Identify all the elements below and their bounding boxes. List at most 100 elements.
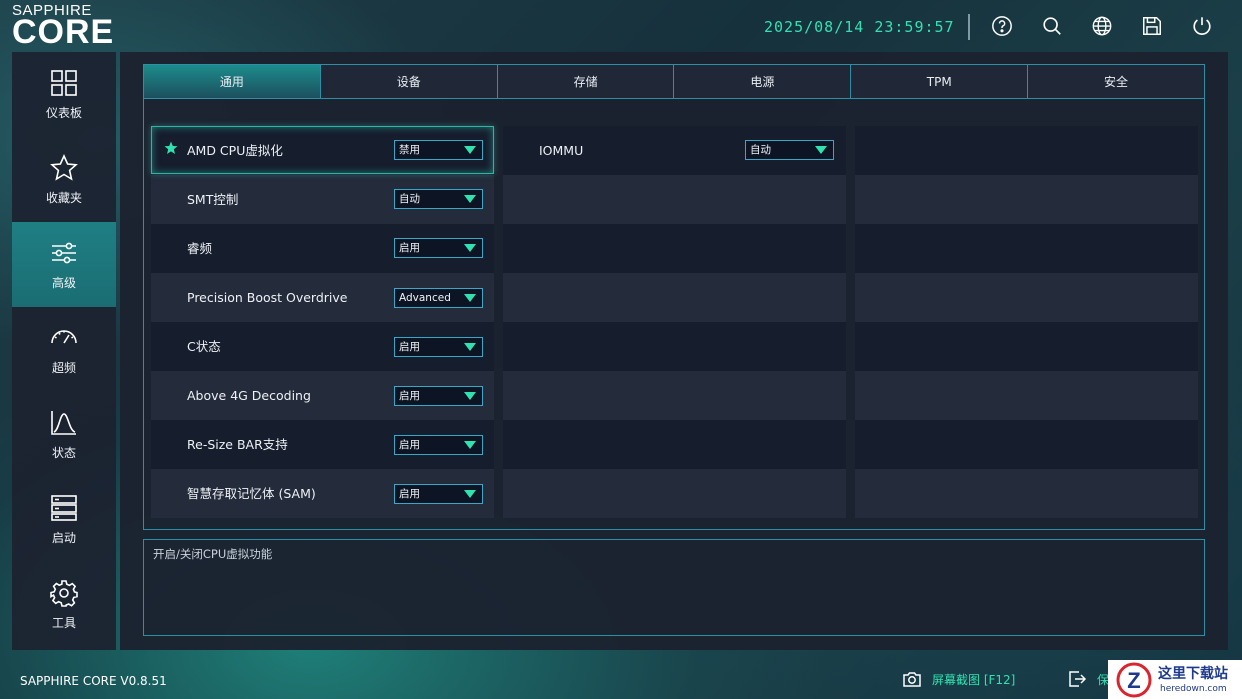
- globe-icon[interactable]: [1091, 15, 1113, 37]
- sidebar-item-label: 仪表板: [45, 106, 82, 120]
- help-icon[interactable]: [991, 15, 1013, 37]
- chevron-down-icon: [464, 392, 476, 400]
- dropdown-resize-bar[interactable]: 启用: [394, 435, 483, 455]
- dropdown-value: Advanced: [399, 292, 451, 304]
- sidebar-item-label: 工具: [51, 616, 76, 630]
- chevron-down-icon: [464, 146, 476, 154]
- datetime-display: 2025/08/14 23:59:57: [764, 18, 955, 36]
- sidebar-item-favorites[interactable]: 收藏夹: [12, 137, 116, 222]
- setting-row-bg: [503, 371, 846, 420]
- sidebar-item-boot[interactable]: 启动: [12, 477, 116, 562]
- setting-label-sam: 智慧存取记忆体 (SAM): [187, 486, 316, 501]
- logo-main-text: CORE: [12, 13, 115, 51]
- chevron-down-icon: [464, 195, 476, 203]
- exit-icon: [1069, 671, 1087, 687]
- setting-row-bg: [855, 175, 1198, 224]
- watermark-title: 这里下载站: [1158, 666, 1228, 682]
- dropdown-iommu[interactable]: 自动: [745, 140, 834, 160]
- setting-row-bg: [855, 322, 1198, 371]
- version-label: SAPPHIRE CORE V0.8.51: [20, 674, 167, 688]
- gauge-icon: [51, 330, 77, 344]
- dropdown-amd-cpu-virtualization[interactable]: 禁用: [394, 140, 483, 160]
- chevron-down-icon: [464, 343, 476, 351]
- dropdown-value: 启用: [399, 390, 420, 402]
- description-text: 开启/关闭CPU虚拟功能: [153, 547, 273, 561]
- dropdown-precision-boost[interactable]: Advanced: [394, 288, 483, 308]
- sidebar-item-overclock[interactable]: 超频: [12, 307, 116, 392]
- save-icon[interactable]: [1141, 15, 1163, 37]
- setting-label-smt-control: SMT控制: [187, 192, 239, 207]
- sidebar-item-dashboard[interactable]: 仪表板: [12, 52, 116, 137]
- sidebar-item-advanced[interactable]: 高级: [12, 222, 116, 307]
- sidebar-item-label: 状态: [51, 446, 76, 460]
- setting-row-bg: [503, 469, 846, 518]
- sidebar-item-tools[interactable]: 工具: [12, 562, 116, 647]
- setting-row-bg: [503, 273, 846, 322]
- star-icon: [50, 154, 78, 181]
- sidebar-item-label: 收藏夹: [45, 191, 82, 205]
- setting-row-bg: [855, 420, 1198, 469]
- chevron-down-icon: [464, 441, 476, 449]
- setting-label-turbo: 睿频: [187, 241, 213, 256]
- dropdown-value: 禁用: [399, 144, 420, 156]
- screenshot-button[interactable]: 屏幕截图 [F12]: [902, 668, 1015, 690]
- tab-power[interactable]: 电源: [674, 65, 852, 98]
- brand-logo: SAPPHIRE CORE: [12, 2, 152, 51]
- dropdown-value: 自动: [399, 193, 420, 205]
- tab-devices[interactable]: 设备: [321, 65, 498, 98]
- search-icon[interactable]: [1041, 15, 1063, 37]
- tab-bar: 通用 设备 存储 电源 TPM 安全: [143, 64, 1205, 99]
- setting-row-bg: [855, 224, 1198, 273]
- setting-label-resize-bar: Re-Size BAR支持: [187, 437, 288, 452]
- setting-row-bg: [503, 224, 846, 273]
- setting-row-bg: [855, 469, 1198, 518]
- chevron-down-icon: [464, 490, 476, 498]
- chevron-down-icon: [815, 146, 827, 154]
- save-exit-button[interactable]: 保: [1067, 668, 1109, 690]
- setting-row-bg: [855, 126, 1198, 175]
- dropdown-turbo[interactable]: 启用: [394, 238, 483, 258]
- dropdown-value: 启用: [399, 242, 420, 254]
- chart-icon: [51, 411, 76, 435]
- sidebar-item-label: 高级: [51, 276, 76, 290]
- sliders-icon: [52, 242, 76, 264]
- chevron-down-icon: [464, 244, 476, 252]
- setting-row-bg: [855, 371, 1198, 420]
- description-box: 开启/关闭CPU虚拟功能: [143, 539, 1205, 636]
- setting-label-amd-cpu-virtualization: AMD CPU虚拟化: [187, 143, 283, 158]
- setting-row-bg: [503, 420, 846, 469]
- svg-text:Z: Z: [1127, 668, 1140, 693]
- setting-row-bg: [503, 175, 846, 224]
- tab-general[interactable]: 通用: [144, 65, 321, 98]
- setting-label-above-4g: Above 4G Decoding: [187, 388, 311, 403]
- sidebar-item-label: 启动: [51, 531, 76, 545]
- chevron-down-icon: [464, 294, 476, 302]
- dropdown-value: 启用: [399, 488, 420, 500]
- setting-row-bg: [503, 322, 846, 371]
- dropdown-above-4g[interactable]: 启用: [394, 386, 483, 406]
- tab-storage[interactable]: 存储: [498, 65, 675, 98]
- dropdown-c-state[interactable]: 启用: [394, 337, 483, 357]
- setting-label-c-state: C状态: [187, 339, 221, 354]
- sidebar-nav: 仪表板 收藏夹 高级 超频 状态 启动 工具: [12, 52, 116, 650]
- gear-icon: [50, 580, 78, 607]
- watermark-url: heredown.com: [1160, 684, 1227, 694]
- setting-label-iommu: IOMMU: [539, 143, 584, 158]
- camera-icon: [903, 672, 921, 687]
- dropdown-value: 启用: [399, 439, 420, 451]
- dropdown-smt-control[interactable]: 自动: [394, 189, 483, 209]
- power-icon[interactable]: [1191, 15, 1213, 37]
- tab-tpm[interactable]: TPM: [851, 65, 1029, 98]
- tab-security[interactable]: 安全: [1028, 65, 1204, 98]
- sidebar-item-label: 超频: [51, 361, 76, 375]
- watermark: Z 这里下载站 heredown.com: [1108, 660, 1242, 699]
- screenshot-label: 屏幕截图 [F12]: [932, 672, 1016, 687]
- header-divider: [968, 14, 970, 40]
- dropdown-value: 启用: [399, 341, 420, 353]
- dropdown-sam[interactable]: 启用: [394, 484, 483, 504]
- setting-row-bg: [855, 273, 1198, 322]
- favorite-star-icon[interactable]: [164, 141, 178, 155]
- dashboard-icon: [51, 70, 77, 96]
- setting-label-precision-boost: Precision Boost Overdrive: [187, 290, 348, 305]
- sidebar-item-status[interactable]: 状态: [12, 392, 116, 477]
